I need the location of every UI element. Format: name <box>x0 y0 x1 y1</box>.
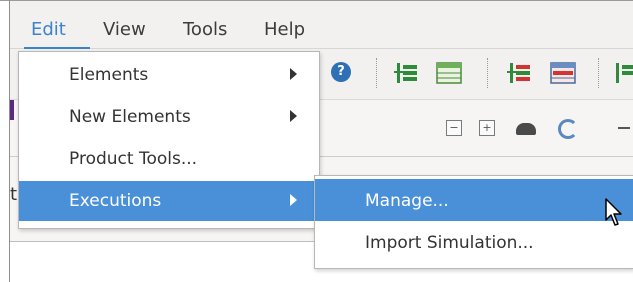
menu-item-product-tools[interactable]: Product Tools... <box>19 139 319 179</box>
menu-item-elements[interactable]: Elements <box>19 55 319 95</box>
window-edge-accent <box>10 100 14 120</box>
table-edit-icon[interactable] <box>550 60 576 86</box>
tree-expand-icon[interactable] <box>393 60 419 86</box>
collapse-all-icon[interactable]: − <box>446 120 462 136</box>
menu-item-label: Executions <box>69 191 162 211</box>
menu-item-label: Product Tools... <box>69 149 198 169</box>
menu-edit[interactable]: Edit <box>31 19 66 41</box>
menu-tools[interactable]: Tools <box>183 19 227 41</box>
edit-menu: Elements New Elements Product Tools... E… <box>18 51 320 229</box>
toolbar-separator <box>487 58 489 88</box>
executions-submenu: Manage... Import Simulation... <box>314 175 633 269</box>
toolbar-separator <box>598 58 600 88</box>
menu-help[interactable]: Help <box>264 19 305 41</box>
submenu-item-import-simulation[interactable]: Import Simulation... <box>315 221 633 263</box>
submenu-item-label: Manage... <box>365 191 449 211</box>
tree-icon[interactable] <box>612 60 633 86</box>
submenu-arrow-icon <box>290 194 297 206</box>
menu-item-executions[interactable]: Executions <box>19 181 319 221</box>
menu-item-label: Elements <box>69 65 149 85</box>
clipped-glyph: t <box>10 184 18 205</box>
menu-item-label: New Elements <box>69 107 191 127</box>
expand-all-icon[interactable]: + <box>479 120 495 136</box>
submenu-item-manage[interactable]: Manage... <box>315 179 633 221</box>
submenu-arrow-icon <box>290 68 297 80</box>
toolbar-separator <box>376 58 378 88</box>
menu-item-new-elements[interactable]: New Elements <box>19 97 319 137</box>
refresh-icon[interactable] <box>558 119 578 139</box>
menu-view[interactable]: View <box>103 19 146 41</box>
tree-collapse-icon[interactable] <box>506 60 532 86</box>
table-icon[interactable] <box>436 60 462 86</box>
car-icon[interactable] <box>516 123 536 135</box>
help-icon[interactable]: ? <box>331 62 351 82</box>
minimize-icon[interactable] <box>618 127 630 129</box>
submenu-arrow-icon <box>290 110 297 122</box>
submenu-item-label: Import Simulation... <box>365 233 534 253</box>
mouse-pointer-icon <box>605 198 622 226</box>
